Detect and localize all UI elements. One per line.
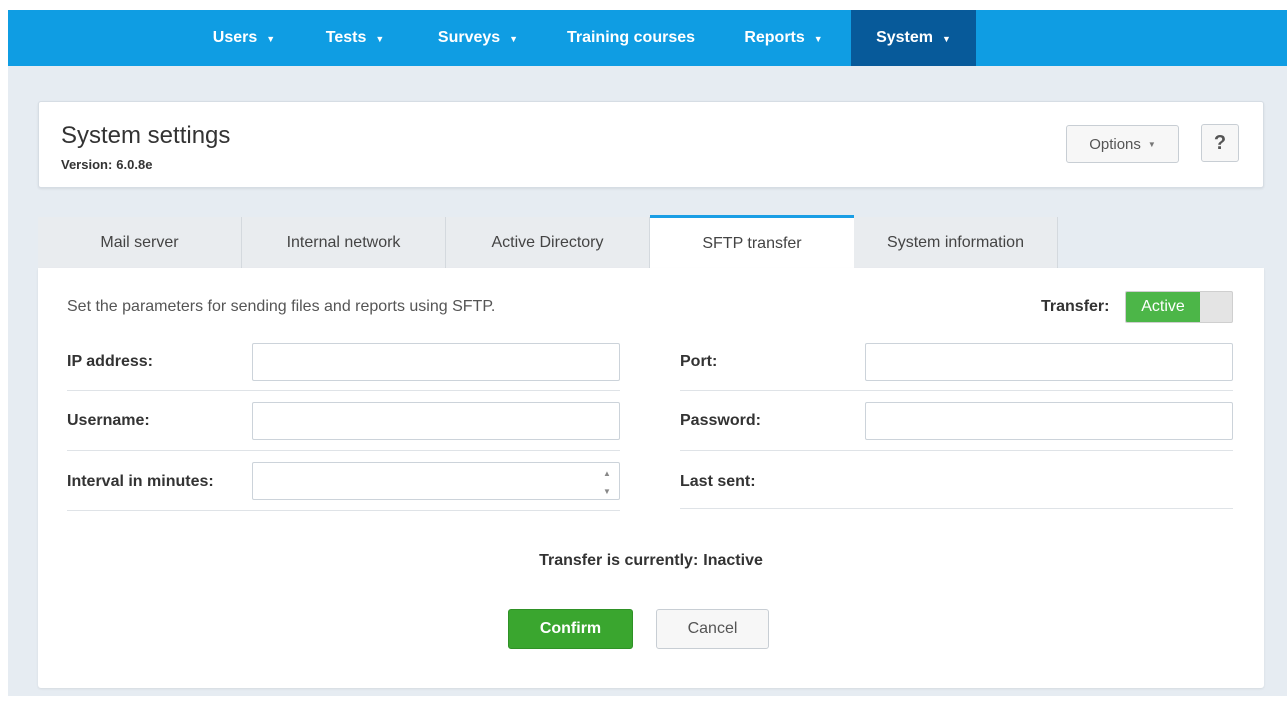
nav-item-label: Reports (744, 29, 805, 46)
status-prefix: Transfer is currently: (539, 552, 699, 569)
version-label: Version: (61, 157, 113, 172)
version-value: 6.0.8e (116, 157, 153, 172)
row-divider (67, 390, 620, 391)
version-info: Version: 6.0.8e (61, 157, 152, 172)
interval-stepper: ▲ ▼ (596, 464, 618, 500)
sftp-settings-panel: Set the parameters for sending files and… (38, 268, 1264, 688)
nav-item-system[interactable]: System ▼ (851, 10, 976, 66)
nav-item-label: Surveys (437, 29, 501, 46)
caret-down-icon: ▼ (1147, 139, 1156, 149)
nav-item-reports[interactable]: Reports ▼ (716, 10, 851, 66)
confirm-button[interactable]: Confirm (508, 609, 633, 649)
tab-label: Active Directory (491, 234, 604, 251)
tab-mail-server[interactable]: Mail server (38, 217, 242, 269)
nav-item-label: Tests (325, 29, 367, 46)
tab-label: SFTP transfer (702, 234, 802, 252)
ip-address-label: IP address: (67, 353, 153, 370)
tab-label: System information (887, 234, 1024, 251)
caret-down-icon: ▼ (266, 34, 276, 44)
username-input[interactable] (252, 402, 620, 440)
tab-active-directory[interactable]: Active Directory (446, 217, 650, 269)
help-button[interactable]: ? (1201, 124, 1239, 162)
interval-label: Interval in minutes: (67, 473, 214, 490)
top-navbar: Users ▼ Tests ▼ Surveys ▼ Training cours… (8, 10, 1287, 66)
row-divider (67, 450, 620, 451)
navbar-spacer (8, 10, 188, 66)
page-header: System settings Version: 6.0.8e Options ▼… (38, 101, 1264, 188)
settings-tabs: Mail server Internal network Active Dire… (38, 215, 1058, 269)
nav-item-surveys[interactable]: Surveys ▼ (410, 10, 546, 66)
row-divider (680, 390, 1233, 391)
row-divider (680, 450, 1233, 451)
page-title: System settings (61, 122, 231, 149)
toggle-active-label: Active (1126, 292, 1200, 322)
caret-down-icon: ▼ (375, 34, 385, 44)
interval-input[interactable] (252, 462, 620, 500)
transfer-status: Transfer is currently: Inactive (38, 552, 1264, 570)
transfer-toggle[interactable]: Active (1125, 291, 1233, 323)
spin-up-icon[interactable]: ▲ (596, 464, 618, 482)
options-button[interactable]: Options ▼ (1066, 125, 1179, 163)
password-label: Password: (680, 412, 761, 429)
spin-down-icon[interactable]: ▼ (596, 482, 618, 500)
nav-item-label: Training courses (566, 29, 696, 46)
port-label: Port: (680, 353, 718, 370)
tab-label: Internal network (286, 234, 401, 251)
options-label: Options (1089, 135, 1141, 153)
port-input[interactable] (865, 343, 1233, 381)
nav-item-users[interactable]: Users ▼ (188, 10, 300, 66)
caret-down-icon: ▼ (509, 34, 519, 44)
row-divider (680, 508, 1233, 509)
password-input[interactable] (865, 402, 1233, 440)
cancel-button[interactable]: Cancel (656, 609, 769, 649)
ip-address-input[interactable] (252, 343, 620, 381)
row-divider (67, 510, 620, 511)
transfer-label: Transfer: (1041, 298, 1110, 315)
last-sent-label: Last sent: (680, 473, 756, 490)
nav-item-label: Users (212, 29, 258, 46)
status-value: Inactive (703, 552, 763, 569)
sftp-description: Set the parameters for sending files and… (67, 298, 496, 315)
nav-item-tests[interactable]: Tests ▼ (300, 10, 410, 66)
question-icon: ? (1213, 131, 1227, 154)
username-label: Username: (67, 412, 150, 429)
tab-label: Mail server (100, 234, 179, 251)
nav-item-label: System (876, 29, 933, 46)
tab-sftp-transfer[interactable]: SFTP transfer (650, 215, 854, 269)
tab-internal-network[interactable]: Internal network (242, 217, 446, 269)
caret-down-icon: ▼ (813, 34, 823, 44)
caret-down-icon: ▼ (942, 34, 951, 44)
tab-system-information[interactable]: System information (854, 217, 1058, 269)
nav-item-training-courses[interactable]: Training courses (546, 10, 716, 66)
